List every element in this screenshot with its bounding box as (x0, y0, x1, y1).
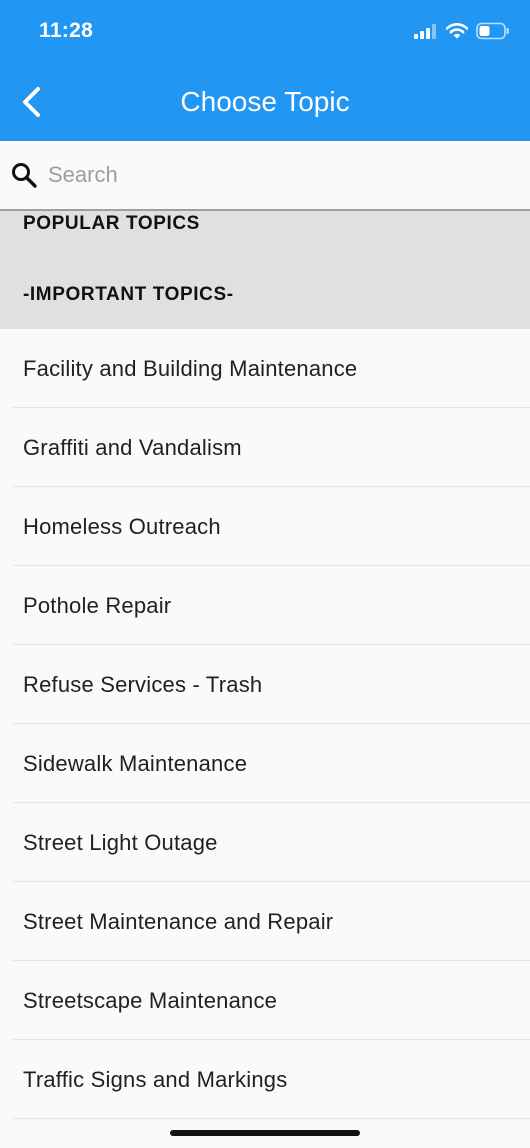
app-bar: 11:28 Choose Topic (0, 0, 530, 141)
list-item[interactable]: Streetscape Maintenance (0, 961, 530, 1040)
list-item[interactable]: Graffiti and Vandalism (0, 408, 530, 487)
list-item[interactable]: Street Maintenance and Repair (0, 882, 530, 961)
search-input[interactable] (48, 155, 508, 195)
wifi-icon (445, 22, 469, 44)
popular-topics-heading: POPULAR TOPICS (23, 213, 200, 234)
list-item-label: Refuse Services - Trash (23, 672, 263, 697)
status-time: 11:28 (39, 19, 94, 42)
list-item-label: Traffic Signs and Markings (23, 1067, 288, 1092)
list-item-label: Streetscape Maintenance (23, 988, 278, 1013)
page-title: Choose Topic (180, 86, 350, 117)
list-item-label: Street Maintenance and Repair (23, 909, 334, 934)
status-icons (414, 21, 510, 45)
cellular-signal-icon (414, 23, 438, 44)
list-item[interactable]: Refuse Services - Trash (0, 645, 530, 724)
list-item[interactable]: Traffic Signs and Markings (0, 1040, 530, 1119)
list-item-label: Homeless Outreach (23, 514, 221, 539)
search-bar (0, 141, 530, 211)
list-item-label: Sidewalk Maintenance (23, 751, 248, 776)
battery-icon (476, 22, 510, 45)
list-item-label: Pothole Repair (23, 593, 172, 618)
list-item-label: Facility and Building Maintenance (23, 356, 358, 381)
choose-topic-screen: 11:28 Choose Topic Search POPULAR TOPICS… (0, 0, 530, 1148)
list-item[interactable]: Pothole Repair (0, 566, 530, 645)
list-item[interactable]: Sidewalk Maintenance (0, 724, 530, 803)
list-item-label: Street Light Outage (23, 830, 218, 855)
list-item[interactable]: Facility and Building Maintenance (0, 329, 530, 408)
list-item[interactable]: Homeless Outreach (0, 487, 530, 566)
search-icon (12, 163, 37, 188)
important-topics-heading: -IMPORTANT TOPICS- (23, 284, 234, 305)
divider (13, 1118, 530, 1119)
topic-list: Facility and Building Maintenance Graffi… (0, 329, 530, 1119)
list-item[interactable]: Street Light Outage (0, 803, 530, 882)
home-indicator (170, 1130, 360, 1136)
topic-section-headers: POPULAR TOPICS -IMPORTANT TOPICS- (0, 211, 530, 329)
list-item-label: Graffiti and Vandalism (23, 435, 242, 460)
